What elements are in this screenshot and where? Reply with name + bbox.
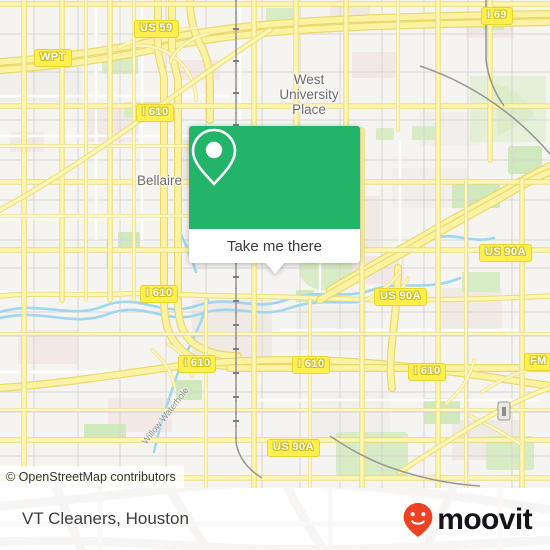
- screenshot-root: .bg { fill:#f6f4f0; } .blk { fill:#f1efe…: [0, 0, 550, 550]
- map-attribution: © OpenStreetMap contributors: [0, 466, 184, 488]
- highway-shield: WPT: [34, 49, 72, 67]
- highway-shield: US 90A: [374, 288, 427, 306]
- poi-marker: [497, 401, 511, 421]
- map-pin-icon: [191, 128, 237, 186]
- moovit-logo[interactable]: moovit: [402, 502, 533, 538]
- highway-shield: I 610: [178, 355, 217, 373]
- moovit-pin-smiley-icon: [403, 503, 433, 537]
- highway-shield: US 59: [134, 20, 179, 38]
- take-me-there-label: Take me there: [226, 237, 323, 255]
- highway-shield: I 69: [481, 7, 513, 25]
- place-label-west-university-place: West University Place: [268, 72, 350, 117]
- highway-shield: I 610: [408, 363, 447, 381]
- place-label-line: Place: [292, 102, 326, 117]
- place-label-bellaire: Bellaire: [137, 173, 183, 188]
- location-popup-card[interactable]: Take me there: [189, 126, 360, 274]
- footer-bar: VT Cleaners, Houston moovit: [0, 488, 550, 550]
- place-label-line: West: [293, 72, 325, 87]
- take-me-there-button[interactable]: Take me there: [189, 229, 360, 263]
- highway-shield: I 610: [140, 285, 179, 303]
- highway-shield: I 610: [292, 356, 331, 374]
- place-title: VT Cleaners, Houston: [22, 509, 189, 528]
- highway-shield: I 610: [136, 104, 175, 122]
- highway-shield: US 90A: [267, 439, 320, 457]
- moovit-wordmark: moovit: [437, 503, 532, 536]
- popup-icon-area: [189, 126, 360, 229]
- map-canvas[interactable]: .bg { fill:#f6f4f0; } .blk { fill:#f1efe…: [0, 0, 550, 488]
- highway-shield: FM 5: [524, 353, 550, 371]
- highway-shield: US 90A: [479, 244, 532, 262]
- place-label-line: University: [279, 87, 339, 102]
- popup-pointer-tail: [265, 262, 285, 274]
